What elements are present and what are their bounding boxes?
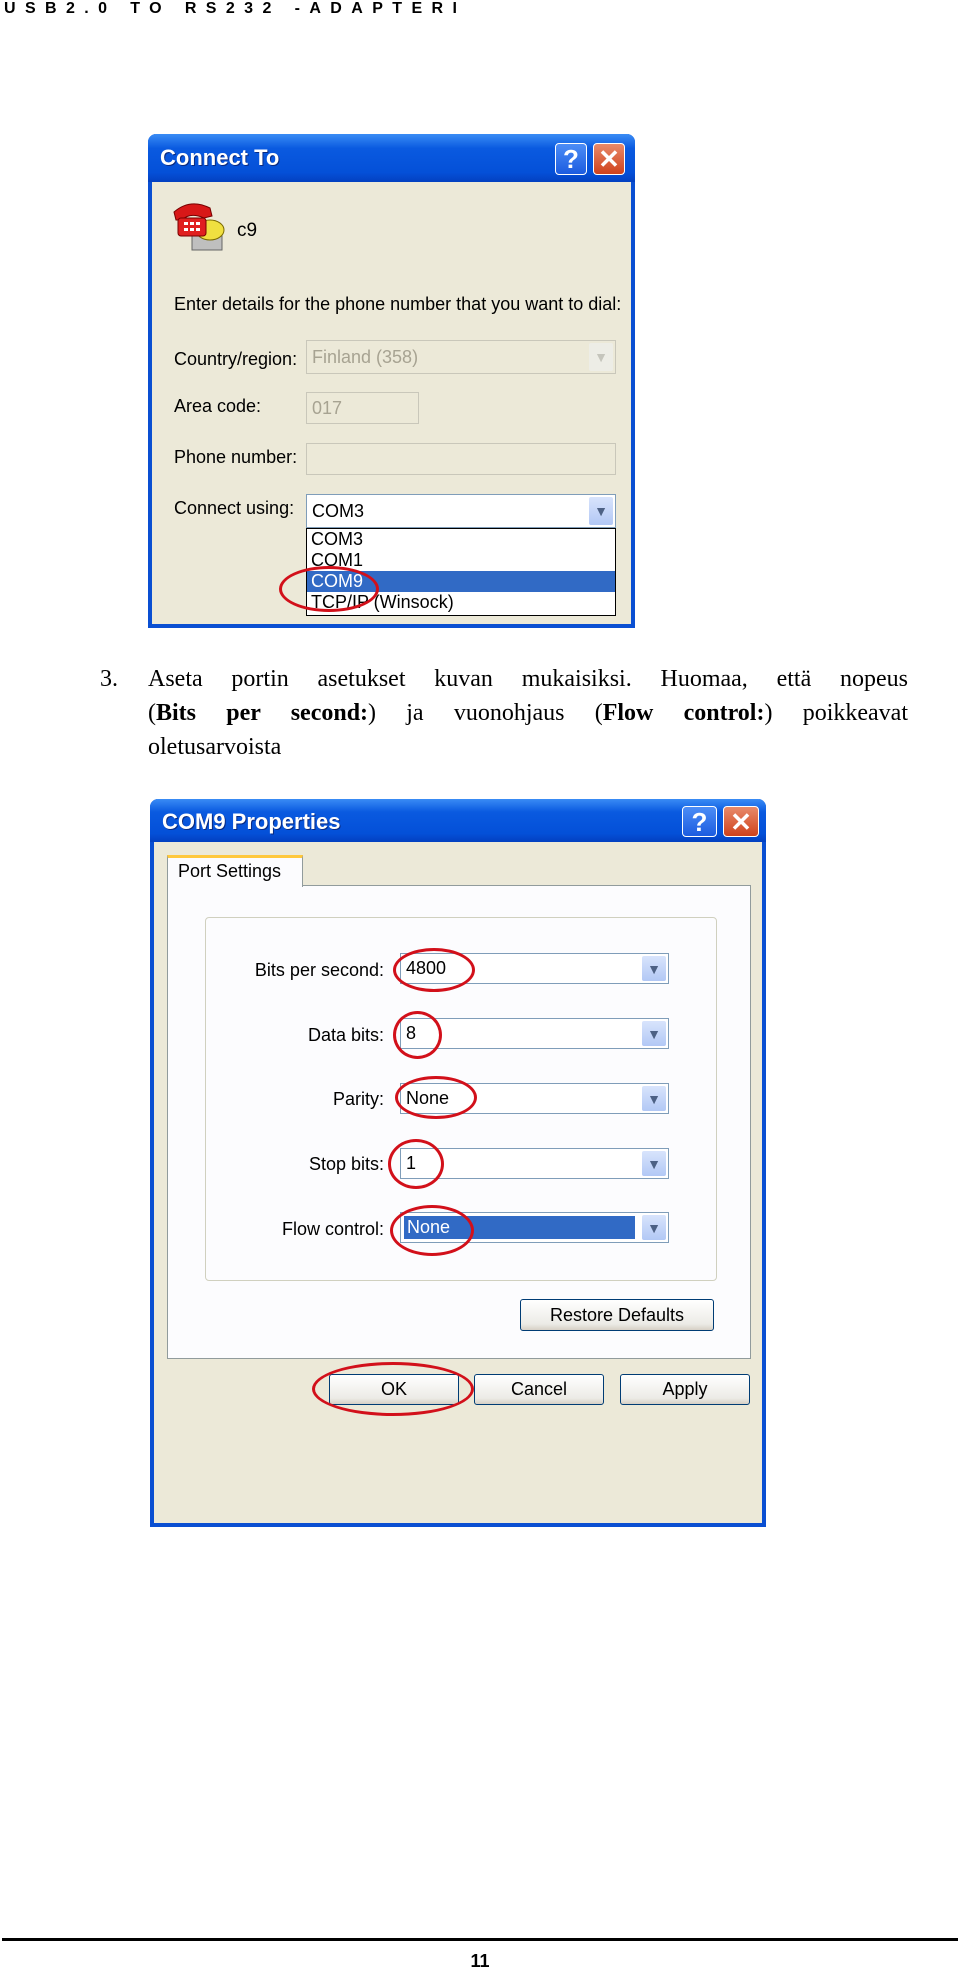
connect-using-value: COM3 [312, 500, 365, 521]
parity-label: Parity: [332, 1089, 384, 1109]
highlight-circle [312, 1362, 474, 1416]
step-line: (Bits per second:) ja vuonohjaus (Flow c… [148, 696, 908, 730]
cancel-button[interactable]: Cancel [474, 1374, 604, 1405]
dialog-title: COM9 Properties [162, 809, 341, 834]
bits-per-second-term: Bits per second: [156, 700, 369, 726]
connect-using-select[interactable]: COM3 ▼ [306, 494, 616, 528]
connection-name: c9 [237, 220, 258, 241]
connect-to-dialog: Connect To ? ✕ c9 Enter details for the … [148, 134, 635, 628]
instruction-text: Enter details for the phone number that … [174, 294, 622, 314]
area-code-input[interactable]: 017 [306, 392, 419, 424]
chevron-down-icon[interactable]: ▼ [642, 956, 666, 981]
step-number: 3. [100, 666, 118, 692]
title-bar: COM9 Properties ? ✕ [150, 799, 766, 842]
chevron-down-icon[interactable]: ▼ [589, 497, 613, 525]
chevron-down-icon[interactable]: ▼ [642, 1021, 666, 1046]
close-button[interactable]: ✕ [723, 806, 759, 837]
highlight-circle [279, 566, 379, 612]
option-com3[interactable]: COM3 [307, 529, 615, 550]
close-button[interactable]: ✕ [593, 143, 625, 175]
stop-bits-label: Stop bits: [308, 1154, 384, 1174]
data-bits-label: Data bits: [307, 1025, 384, 1045]
tab-port-settings[interactable]: Port Settings [167, 855, 303, 887]
page-number: 11 [470, 1951, 490, 1971]
area-code-label: Area code: [174, 396, 262, 416]
chevron-down-icon[interactable]: ▼ [642, 1086, 666, 1111]
text: ) ja vuonohjaus ( [368, 700, 603, 726]
phone-number-label: Phone number: [174, 447, 298, 467]
phone-number-input[interactable] [306, 443, 616, 475]
highlight-circle [388, 1139, 444, 1189]
text: ( [148, 700, 156, 726]
com9-properties-dialog: COM9 Properties ? ✕ Port Settings Bits p… [150, 799, 766, 1527]
apply-button[interactable]: Apply [620, 1374, 750, 1405]
chevron-down-icon: ▼ [589, 343, 613, 371]
text: ) poikkeavat [764, 700, 908, 726]
flow-control-term: Flow control: [602, 700, 765, 726]
help-button[interactable]: ? [682, 806, 717, 837]
highlight-circle [395, 1076, 477, 1119]
tab-label: Port Settings [178, 861, 282, 881]
title-bar: Connect To ? ✕ [148, 134, 635, 182]
highlight-circle [390, 1205, 474, 1256]
country-value: Finland (358) [312, 346, 419, 367]
area-code-value: 017 [312, 397, 343, 418]
country-select[interactable]: Finland (358) ▼ [306, 340, 616, 374]
step-line: oletusarvoista [148, 734, 282, 760]
chevron-down-icon[interactable]: ▼ [642, 1151, 666, 1176]
restore-defaults-button[interactable]: Restore Defaults [520, 1299, 714, 1331]
highlight-circle [393, 1011, 442, 1059]
country-label: Country/region: [174, 349, 298, 369]
dialog-title: Connect To [160, 145, 280, 170]
chevron-down-icon[interactable]: ▼ [642, 1215, 666, 1240]
option-com1[interactable]: COM1 [307, 550, 615, 571]
phone-icon [173, 203, 225, 251]
step-line: Aseta portin asetukset kuvan mukaisiksi.… [148, 666, 908, 692]
step-text: Aseta portin asetukset kuvan mukaisiksi.… [148, 662, 908, 764]
footer-divider [2, 1938, 958, 1941]
help-button[interactable]: ? [555, 143, 587, 175]
bits-per-second-label: Bits per second: [254, 960, 384, 980]
flow-control-label: Flow control: [281, 1219, 384, 1239]
connect-using-label: Connect using: [174, 498, 295, 518]
highlight-circle [393, 948, 475, 992]
document-header: USB2.0 TO RS232 -ADAPTERI [4, 0, 467, 17]
